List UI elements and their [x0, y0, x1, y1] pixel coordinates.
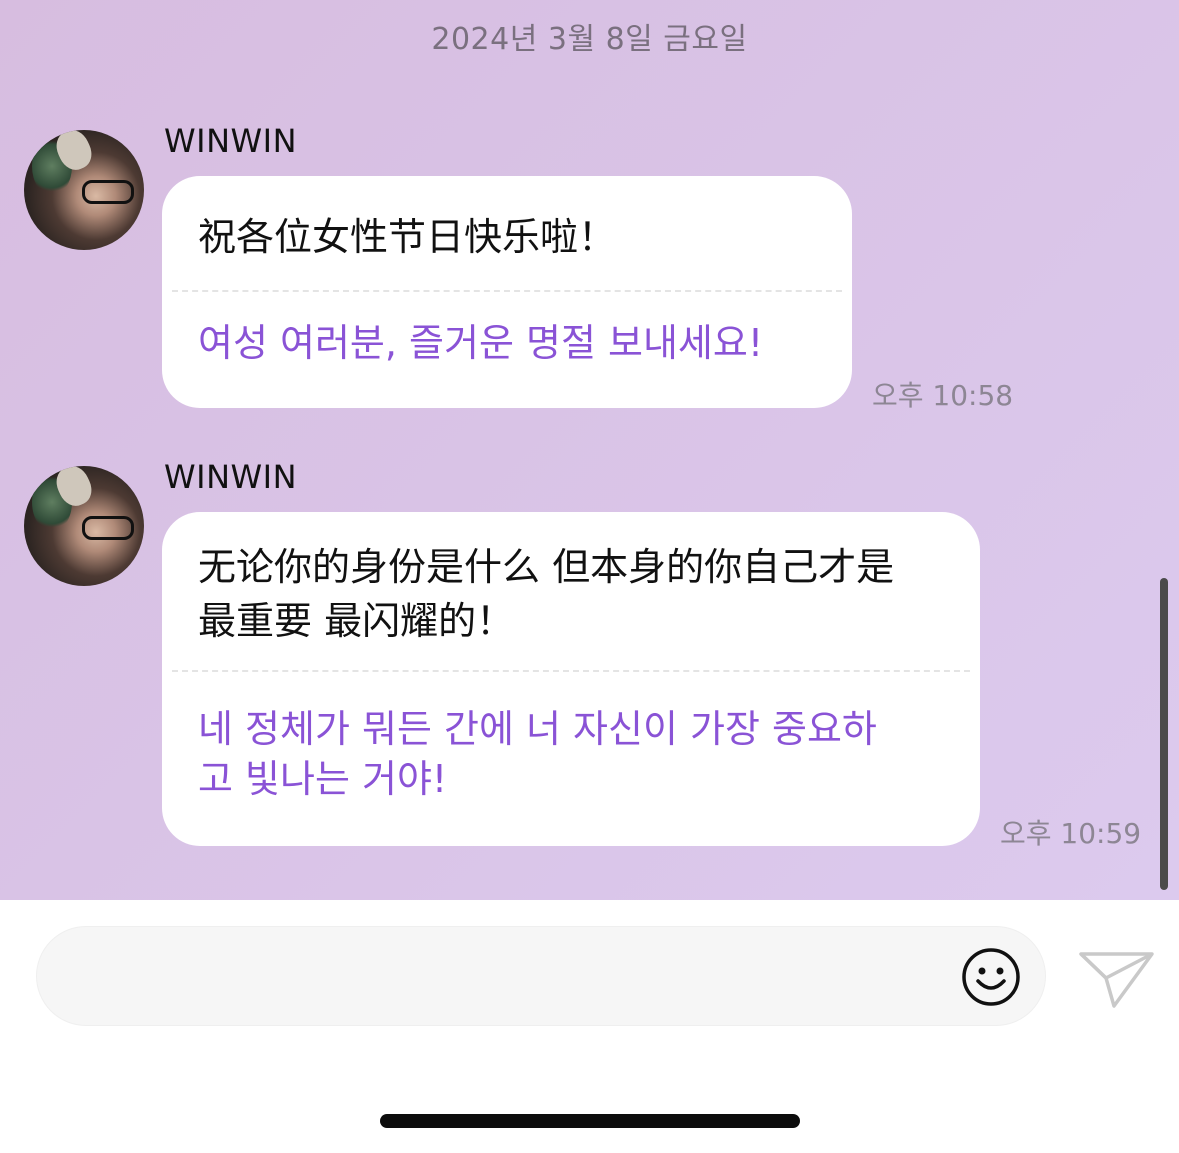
message-input-bar: [36, 926, 1046, 1026]
chat-area: 2024년 3월 8일 금요일 WINWIN 祝各位女性节日快乐啦！ 여성 여러…: [0, 0, 1179, 900]
paper-plane-icon-svg: [1079, 952, 1154, 1008]
message-input[interactable]: [73, 953, 937, 1003]
message-time: 오후 10:58: [872, 379, 1014, 412]
message-time: 오후 10:59: [1000, 817, 1142, 850]
avatar-glasses: [82, 180, 134, 204]
avatar[interactable]: [24, 466, 144, 586]
original-text-line: 无论你的身份是什么 但本身的你自己才是: [198, 545, 895, 589]
message-bubble[interactable]: 祝各位女性节日快乐啦！ 여성 여러분, 즐거운 명절 보내세요!: [162, 176, 852, 408]
original-text: 无论你的身份是什么 但本身的你自己才是 最重要 最闪耀的！: [162, 512, 980, 670]
date-divider: 2024년 3월 8일 금요일: [431, 22, 748, 57]
original-text-line: 最重要 最闪耀的！: [198, 599, 515, 643]
avatar-glasses: [82, 516, 134, 540]
original-text: 祝各位女性节日快乐啦！: [198, 215, 617, 259]
scrollbar[interactable]: [1160, 578, 1168, 890]
sender-name: WINWIN: [164, 122, 298, 160]
message-bubble[interactable]: 无论你的身份是什么 但本身的你自己才是 最重要 最闪耀的！ 네 정체가 뭐든 간…: [162, 512, 980, 846]
paper-plane-icon[interactable]: [1078, 946, 1156, 1010]
translated-text-line: 고 빛나는 거야!: [198, 757, 448, 801]
smiley-face-icon[interactable]: [961, 947, 1021, 1007]
home-indicator: [380, 1114, 800, 1128]
avatar[interactable]: [24, 130, 144, 250]
translated-text: 여성 여러분, 즐거운 명절 보내세요!: [198, 321, 764, 365]
translated-text-line: 네 정체가 뭐든 간에 너 자신이 가장 중요하: [198, 707, 877, 751]
smiley-face-icon-svg: [962, 948, 1020, 1006]
translated-text: 네 정체가 뭐든 간에 너 자신이 가장 중요하 고 빛나는 거야!: [162, 672, 980, 832]
sender-name: WINWIN: [164, 458, 298, 496]
